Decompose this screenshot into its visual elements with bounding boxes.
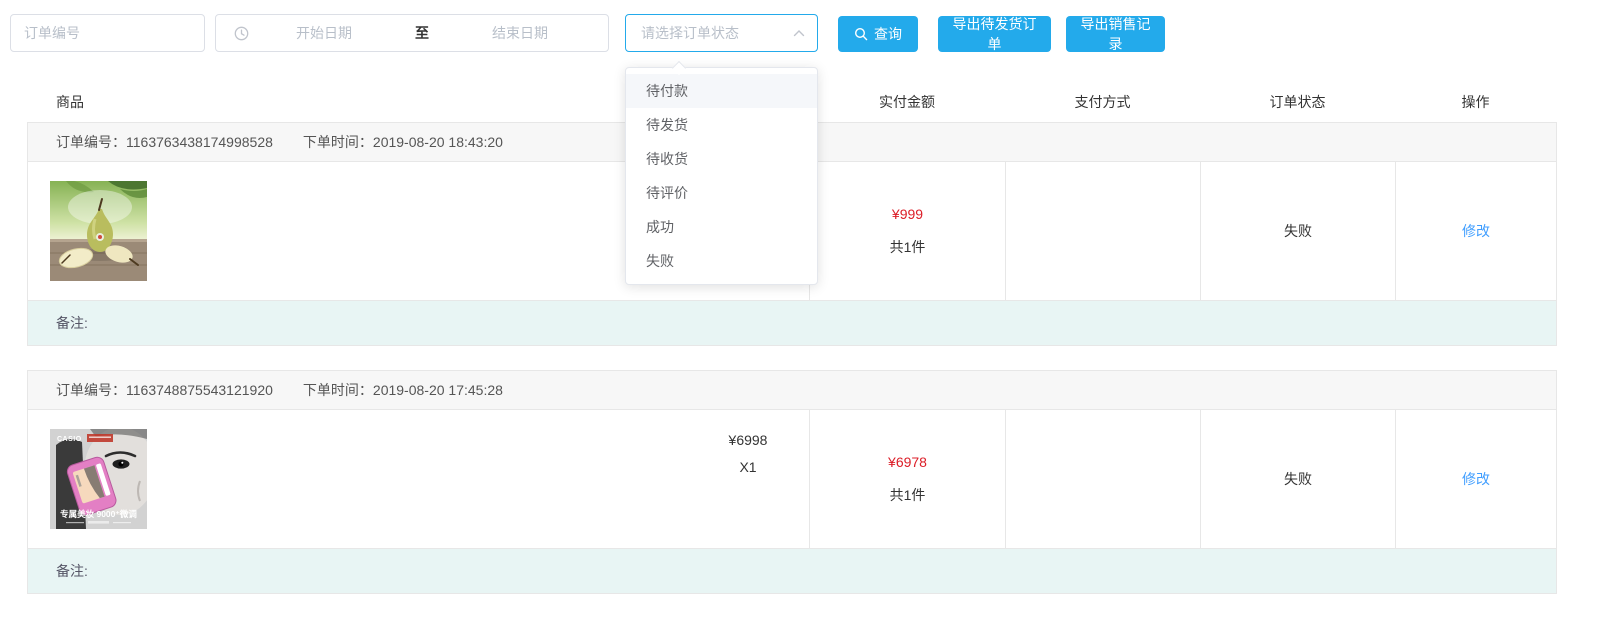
col-header-paid-amount: 实付金额 [809,92,1005,112]
item-count: 共1件 [890,485,926,505]
order-time-label: 下单时间： [303,371,373,409]
item-count: 共1件 [890,237,926,257]
quantity: X1 [739,459,756,475]
status-option-pending-payment[interactable]: 待付款 [626,74,817,108]
remark-label: 备注: [56,563,88,579]
dropdown-arrow [672,61,686,75]
order-status-cell: 失败 [1200,410,1395,548]
order-block-2: 订单编号：1163748875543121920 下单时间：2019-08-20… [27,370,1557,594]
search-icon [854,27,868,41]
image-caption-text: 专属美妆 9000⁺微调 [60,509,137,519]
status-select-placeholder: 请选择订单状态 [626,23,793,43]
col-header-product: 商品 [56,92,84,112]
modify-link[interactable]: 修改 [1462,221,1490,241]
action-cell: 修改 [1395,162,1556,300]
search-button[interactable]: 查询 [838,16,918,52]
order-no-label: 订单编号： [56,371,126,409]
export-sales-records-button[interactable]: 导出销售记录 [1066,16,1165,52]
paid-amount-cell: ¥999 共1件 [809,162,1005,300]
col-header-payment-method: 支付方式 [1005,92,1200,112]
payment-method-cell [1005,410,1200,548]
status-option-pending-receipt[interactable]: 待收货 [626,142,817,176]
date-range-separator: 至 [399,23,445,43]
unit-price-quantity: ¥6998 X1 [687,410,809,548]
unit-price: ¥6998 [729,432,768,448]
order-time-value: 2019-08-20 17:45:28 [373,371,503,409]
product-image-pear [50,181,147,281]
order-time-value: 2019-08-20 18:43:20 [373,123,503,161]
order-no-value: 1163763438174998528 [126,123,273,161]
end-date-placeholder: 结束日期 [445,23,595,43]
modify-link[interactable]: 修改 [1462,469,1490,489]
order-no-value: 1163748875543121920 [126,371,273,409]
payment-method-cell [1005,162,1200,300]
remark-row: 备注: [28,300,1556,345]
start-date-placeholder: 开始日期 [249,23,399,43]
action-cell: 修改 [1395,410,1556,548]
paid-amount: ¥999 [892,206,923,222]
paid-amount: ¥6978 [888,454,927,470]
order-status-cell: 失败 [1200,162,1395,300]
product-image-camera-ad: CASIO 专属美妆 9000⁺微调 [50,429,147,529]
search-button-label: 查询 [874,24,902,44]
status-option-success[interactable]: 成功 [626,210,817,244]
order-row: CASIO 专属美妆 9000⁺微调 ¥6998 X1 ¥6978 共1件 [28,410,1556,548]
order-time-label: 下单时间： [303,123,373,161]
col-header-order-status: 订单状态 [1200,92,1395,112]
remark-row: 备注: [28,548,1556,593]
status-text: 失败 [1284,469,1312,489]
col-header-action: 操作 [1395,92,1556,112]
order-status-select[interactable]: 请选择订单状态 [625,14,818,52]
chevron-up-icon [793,29,805,37]
order-status-dropdown: 待付款 待发货 待收货 待评价 成功 失败 [625,67,818,285]
status-option-failed[interactable]: 失败 [626,244,817,278]
status-option-pending-shipment[interactable]: 待发货 [626,108,817,142]
product-cell: CASIO 专属美妆 9000⁺微调 ¥6998 X1 [28,410,809,548]
paid-amount-cell: ¥6978 共1件 [809,410,1005,548]
clock-icon [234,26,249,41]
order-management-page: 开始日期 至 结束日期 请选择订单状态 查询 导出待发货订单 导出销售记录 商品… [0,0,1603,621]
order-no-label: 订单编号： [56,123,126,161]
remark-label: 备注: [56,315,88,331]
status-option-pending-review[interactable]: 待评价 [626,176,817,210]
order-header: 订单编号：1163748875543121920 下单时间：2019-08-20… [28,371,1556,410]
export-pending-shipment-button[interactable]: 导出待发货订单 [938,16,1051,52]
image-brand-text: CASIO [57,436,82,443]
date-range-picker[interactable]: 开始日期 至 结束日期 [215,14,609,52]
order-no-input[interactable] [10,14,205,52]
status-text: 失败 [1284,221,1312,241]
